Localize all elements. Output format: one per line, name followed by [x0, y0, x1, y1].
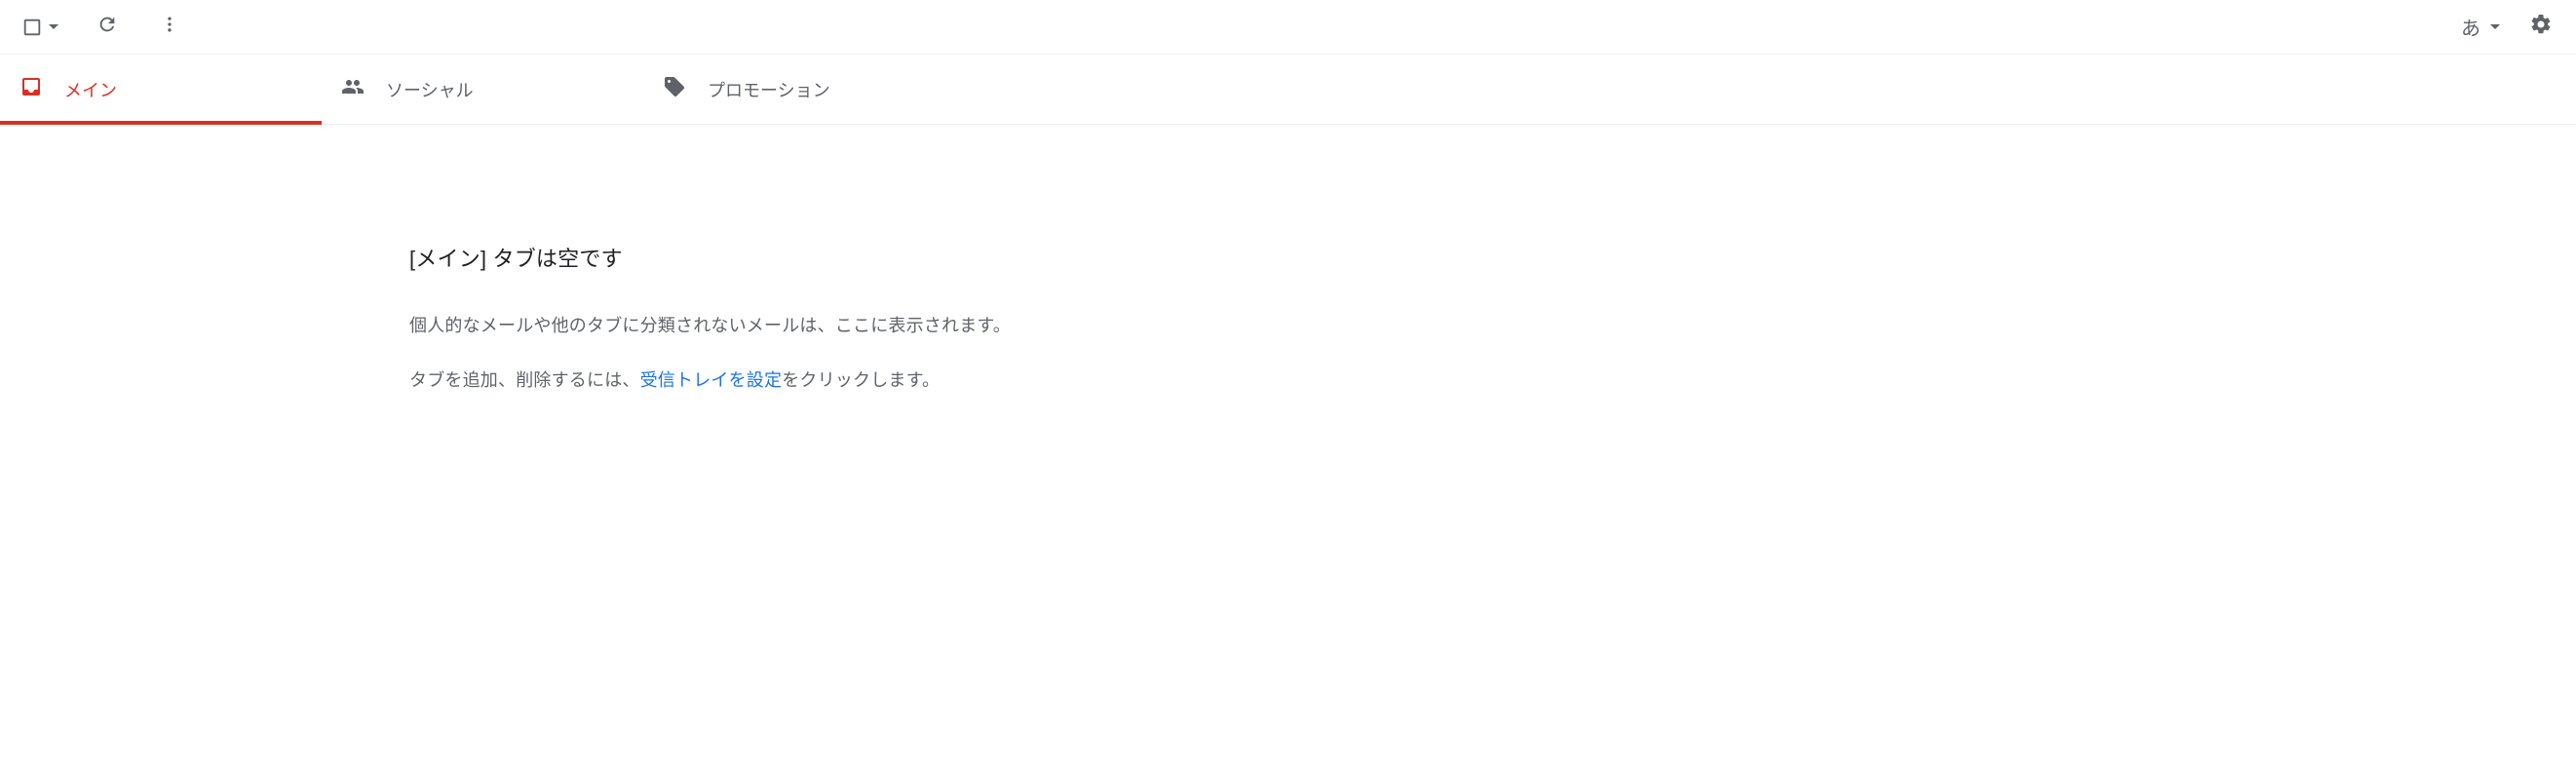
toolbar-left-group — [16, 8, 189, 47]
category-tabs: メイン ソーシャル プロモーション — [0, 55, 2576, 125]
toolbar: あ — [0, 0, 2576, 55]
empty-state-title: [メイン] タブは空です — [409, 242, 2576, 273]
tab-social-label: ソーシャル — [386, 77, 474, 102]
input-language-label: あ — [2461, 13, 2480, 41]
empty-state-instruction: タブを追加、削除するには、受信トレイを設定をクリックします。 — [409, 366, 2576, 392]
tag-icon — [663, 75, 686, 103]
tab-promotions[interactable]: プロモーション — [643, 55, 965, 124]
empty-state: [メイン] タブは空です 個人的なメールや他のタブに分類されないメールは、ここに… — [0, 125, 2576, 392]
tab-social[interactable]: ソーシャル — [322, 55, 643, 124]
tab-promotions-label: プロモーション — [708, 77, 830, 102]
settings-button[interactable] — [2521, 8, 2560, 47]
chevron-down-icon — [2490, 24, 2500, 29]
chevron-down-icon — [49, 24, 58, 29]
toolbar-right-group: あ — [2457, 7, 2560, 47]
tab-primary[interactable]: メイン — [0, 55, 322, 124]
select-all-dropdown[interactable] — [16, 11, 64, 44]
empty-state-instruction-after: をクリックします。 — [782, 370, 940, 390]
inbox-icon — [19, 75, 43, 103]
people-icon — [341, 75, 365, 103]
configure-inbox-link[interactable]: 受信トレイを設定 — [640, 370, 783, 390]
checkbox-outline-icon — [21, 17, 43, 38]
refresh-button[interactable] — [88, 8, 127, 47]
input-language-button[interactable]: あ — [2457, 7, 2504, 47]
gear-icon — [2529, 13, 2553, 41]
more-actions-button[interactable] — [150, 8, 189, 47]
empty-state-description: 個人的なメールや他のタブに分類されないメールは、ここに表示されます。 — [409, 312, 2576, 337]
tab-primary-label: メイン — [64, 77, 117, 102]
empty-state-instruction-before: タブを追加、削除するには、 — [409, 370, 640, 390]
refresh-icon — [96, 14, 118, 40]
more-vertical-icon — [160, 15, 179, 39]
